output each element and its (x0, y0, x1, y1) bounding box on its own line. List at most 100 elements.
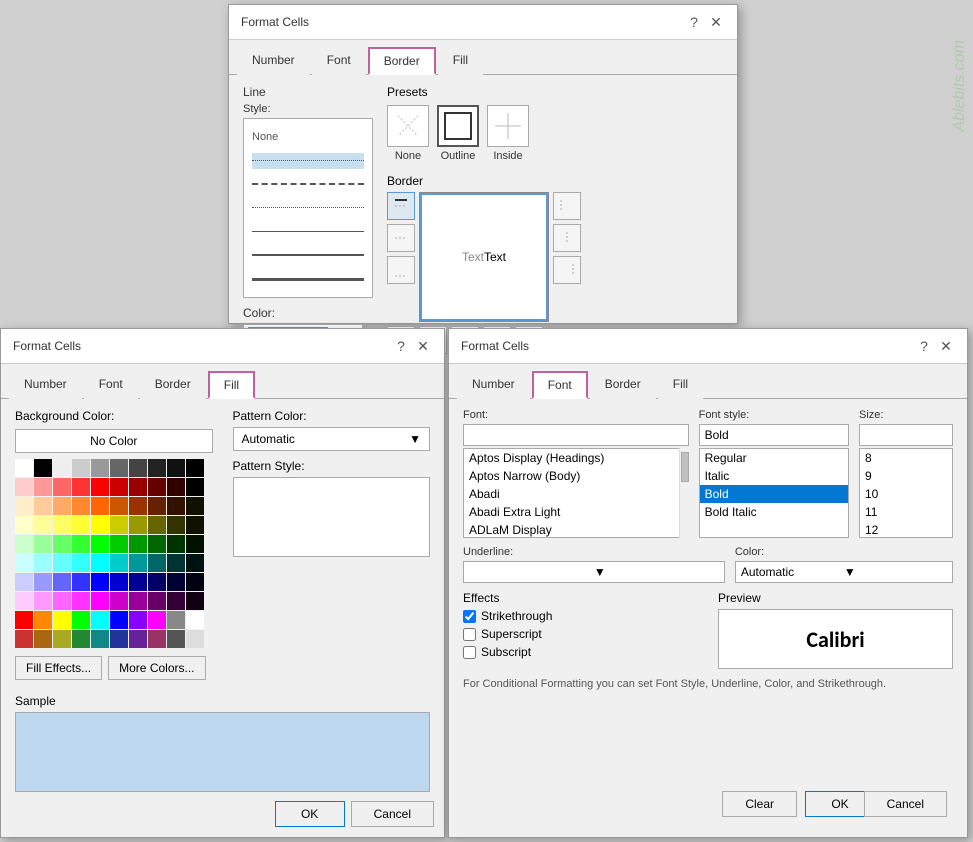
color-cell-68[interactable] (167, 573, 185, 591)
subscript-checkbox[interactable] (463, 646, 476, 659)
color-cell-41[interactable] (34, 535, 52, 553)
border-btn-left[interactable] (553, 192, 581, 220)
color-cell-44[interactable] (91, 535, 109, 553)
color-cell-62[interactable] (53, 573, 71, 591)
color-cell-80[interactable] (15, 611, 33, 629)
color-cell-45[interactable] (110, 535, 128, 553)
color-cell-18[interactable] (167, 478, 185, 496)
color-cell-87[interactable] (148, 611, 166, 629)
no-color-button[interactable]: No Color (15, 429, 213, 453)
color-cell-43[interactable] (72, 535, 90, 553)
line-style-dot[interactable] (252, 153, 364, 169)
color-cell-74[interactable] (91, 592, 109, 610)
line-style-dashdot[interactable] (252, 200, 364, 216)
color-cell-3[interactable] (72, 459, 90, 477)
color-cell-73[interactable] (72, 592, 90, 610)
font-style-item-0[interactable]: Regular (700, 449, 848, 467)
color-cell-26[interactable] (129, 497, 147, 515)
color-cell-63[interactable] (72, 573, 90, 591)
tab-font-1[interactable]: Font (312, 47, 366, 75)
color-cell-16[interactable] (129, 478, 147, 496)
color-cell-95[interactable] (110, 630, 128, 648)
dialog2-ok-button[interactable]: OK (275, 801, 345, 827)
color-cell-13[interactable] (72, 478, 90, 496)
font-style-item-1[interactable]: Italic (700, 467, 848, 485)
color-cell-39[interactable] (186, 516, 204, 534)
color-cell-42[interactable] (53, 535, 71, 553)
fill-effects-button[interactable]: Fill Effects... (15, 656, 102, 680)
pattern-style-box[interactable] (233, 477, 431, 557)
color-cell-20[interactable] (15, 497, 33, 515)
font-list-item-0[interactable]: Aptos Display (Headings) (464, 449, 679, 467)
line-style-solid1[interactable] (252, 224, 364, 240)
font-size-item-2[interactable]: 10 (860, 485, 952, 503)
color-cell-25[interactable] (110, 497, 128, 515)
dialog2-cancel-button[interactable]: Cancel (351, 801, 434, 827)
color-cell-11[interactable] (34, 478, 52, 496)
color-cell-64[interactable] (91, 573, 109, 591)
color-cell-40[interactable] (15, 535, 33, 553)
color-cell-92[interactable] (53, 630, 71, 648)
color-cell-47[interactable] (148, 535, 166, 553)
font-style-item-3[interactable]: Bold Italic (700, 503, 848, 521)
size-input[interactable] (859, 424, 953, 446)
border-btn-bottom[interactable] (387, 256, 415, 284)
color-cell-14[interactable] (91, 478, 109, 496)
color-cell-94[interactable] (91, 630, 109, 648)
color-cell-21[interactable] (34, 497, 52, 515)
preset-none[interactable]: None (387, 105, 429, 162)
color-cell-67[interactable] (148, 573, 166, 591)
color-cell-30[interactable] (15, 516, 33, 534)
color-cell-49[interactable] (186, 535, 204, 553)
color-cell-69[interactable] (186, 573, 204, 591)
color-cell-19[interactable] (186, 478, 204, 496)
color-cell-28[interactable] (167, 497, 185, 515)
color-cell-61[interactable] (34, 573, 52, 591)
font-style-item-2[interactable]: Bold (700, 485, 848, 503)
font-size-item-0[interactable]: 8 (860, 449, 952, 467)
color-cell-34[interactable] (91, 516, 109, 534)
color-cell-22[interactable] (53, 497, 71, 515)
color-cell-32[interactable] (53, 516, 71, 534)
font-list-item-1[interactable]: Aptos Narrow (Body) (464, 467, 679, 485)
tab-border-3[interactable]: Border (590, 371, 656, 399)
strikethrough-checkbox[interactable] (463, 610, 476, 623)
font-list-item-3[interactable]: Abadi Extra Light (464, 503, 679, 521)
color-cell-85[interactable] (110, 611, 128, 629)
color-cell-33[interactable] (72, 516, 90, 534)
color-cell-4[interactable] (91, 459, 109, 477)
dialog1-help-button[interactable]: ? (685, 13, 703, 31)
line-style-none[interactable]: None (252, 129, 364, 145)
color-cell-2[interactable] (53, 459, 71, 477)
color-cell-24[interactable] (91, 497, 109, 515)
underline-dropdown[interactable]: ▼ (463, 561, 725, 583)
tab-number-3[interactable]: Number (457, 371, 530, 399)
border-btn-middle-v[interactable] (553, 224, 581, 252)
color-cell-51[interactable] (34, 554, 52, 572)
color-cell-75[interactable] (110, 592, 128, 610)
color-cell-1[interactable] (34, 459, 52, 477)
tab-border-1[interactable]: Border (368, 47, 436, 75)
tab-font-2[interactable]: Font (84, 371, 138, 399)
color-cell-12[interactable] (53, 478, 71, 496)
color-cell-57[interactable] (148, 554, 166, 572)
color-cell-86[interactable] (129, 611, 147, 629)
tab-fill-3[interactable]: Fill (658, 371, 703, 399)
color-cell-5[interactable] (110, 459, 128, 477)
tab-fill-1[interactable]: Fill (438, 47, 483, 75)
font-style-list[interactable]: RegularItalicBoldBold Italic (699, 448, 849, 538)
color-cell-65[interactable] (110, 573, 128, 591)
color-cell-0[interactable] (15, 459, 33, 477)
color-cell-66[interactable] (129, 573, 147, 591)
font-size-item-3[interactable]: 11 (860, 503, 952, 521)
font-input[interactable] (463, 424, 689, 446)
color-cell-78[interactable] (167, 592, 185, 610)
dialog2-close-button[interactable]: ✕ (414, 337, 432, 355)
pattern-color-dropdown[interactable]: Automatic ▼ (233, 427, 431, 451)
color-cell-7[interactable] (148, 459, 166, 477)
color-cell-6[interactable] (129, 459, 147, 477)
color-cell-37[interactable] (148, 516, 166, 534)
color-cell-54[interactable] (91, 554, 109, 572)
color-cell-88[interactable] (167, 611, 185, 629)
more-colors-button[interactable]: More Colors... (108, 656, 205, 680)
